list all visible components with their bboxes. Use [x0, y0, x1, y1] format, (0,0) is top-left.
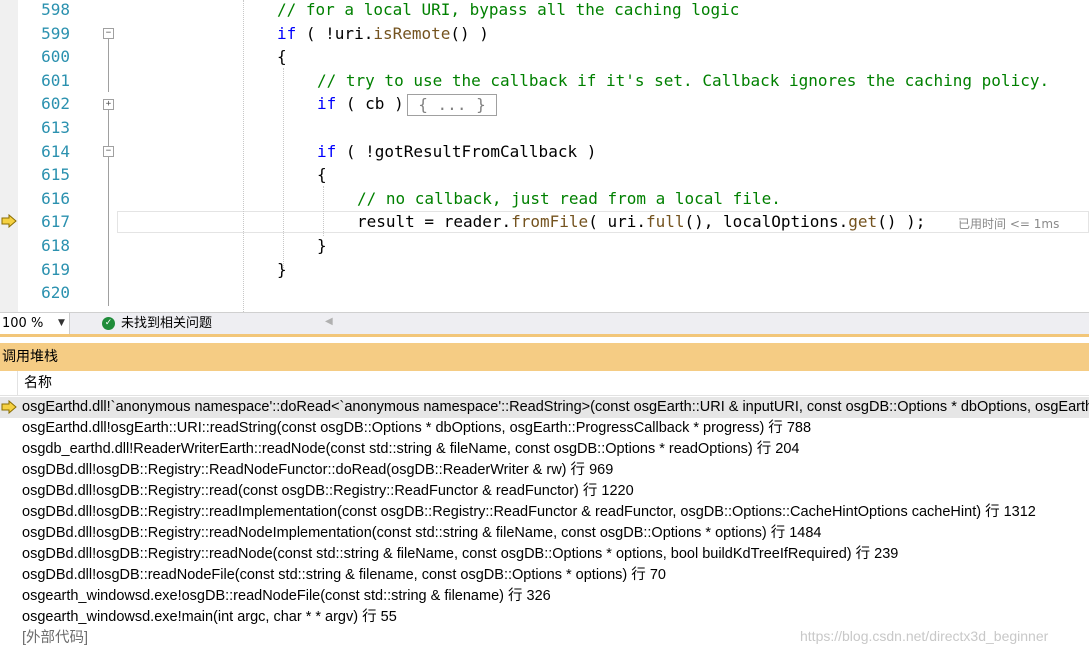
- stack-frame-label: [外部代码]: [22, 630, 89, 646]
- code-line[interactable]: // for a local URI, bypass all the cachi…: [277, 0, 739, 20]
- stack-frame-row[interactable]: osgDBd.dll!osgDB::Registry::ReadNodeFunc…: [0, 460, 1089, 481]
- breakpoint-margin[interactable]: [0, 0, 18, 312]
- fold-line: [108, 38, 109, 92]
- stack-frame-label: osgEarthd.dll!osgEarth::URI::readString(…: [22, 420, 812, 436]
- code-editor[interactable]: 598 // for a local URI, bypass all the ca…: [0, 0, 1089, 312]
- code-line[interactable]: // no callback, just read from a local f…: [357, 189, 781, 209]
- line-number: 617: [41, 212, 70, 232]
- line-number: 598: [41, 0, 70, 19]
- stack-frame-row[interactable]: osgDBd.dll!osgDB::Registry::read(const o…: [0, 481, 1089, 502]
- stack-frame-label: osgearth_windowsd.exe!main(int argc, cha…: [22, 609, 397, 625]
- line-number: 613: [41, 118, 70, 137]
- current-frame-arrow-icon: [1, 400, 17, 414]
- stack-frame-label: osgDBd.dll!osgDB::Registry::readNodeImpl…: [22, 525, 822, 541]
- stack-frame-row[interactable]: osgearth_windowsd.exe!osgDB::readNodeFil…: [0, 586, 1089, 607]
- stack-frame-label: osgDBd.dll!osgDB::Registry::readImplemen…: [22, 504, 1036, 520]
- stack-frame-label: osgDBd.dll!osgDB::Registry::read(const o…: [22, 483, 634, 499]
- stack-frame-row[interactable]: osgDBd.dll!osgDB::Registry::readNodeImpl…: [0, 523, 1089, 544]
- call-stack-title[interactable]: 调用堆栈: [0, 343, 1089, 371]
- column-name-header[interactable]: 名称: [24, 371, 52, 395]
- line-number: 602: [41, 94, 70, 114]
- stack-frame-label: osgDBd.dll!osgDB::readNodeFile(const std…: [22, 567, 666, 583]
- indent-guide: [243, 0, 244, 312]
- line-number: 599: [41, 23, 70, 43]
- stack-frame-row[interactable]: osgEarthd.dll!osgEarth::URI::readString(…: [0, 418, 1089, 439]
- collapse-toggle-icon[interactable]: −: [103, 28, 114, 39]
- panel-divider: [0, 334, 1089, 337]
- line-number: 615: [41, 165, 70, 185]
- line-number: 619: [41, 259, 70, 279]
- stack-frame-label: osgDBd.dll!osgDB::Registry::ReadNodeFunc…: [22, 462, 614, 478]
- issues-status[interactable]: 未找到相关问题: [121, 313, 212, 334]
- collapse-toggle-icon[interactable]: −: [103, 146, 114, 157]
- line-number: 601: [41, 70, 70, 90]
- code-line[interactable]: if ( !gotResultFromCallback ): [317, 142, 596, 162]
- stack-frame-label: osgDBd.dll!osgDB::Registry::readNode(con…: [22, 546, 899, 562]
- indent-guide: [283, 68, 284, 268]
- code-line[interactable]: }: [277, 260, 287, 280]
- code-line[interactable]: }: [317, 236, 327, 256]
- line-number: 614: [41, 141, 70, 161]
- stack-frame-label: osgdb_earthd.dll!ReaderWriterEarth::read…: [22, 441, 800, 457]
- indent-guide: [323, 186, 324, 236]
- code-line[interactable]: {: [317, 165, 327, 185]
- column-header: 名称: [0, 371, 1089, 396]
- code-line[interactable]: if ( !uri.isRemote() ): [277, 24, 489, 44]
- column-separator: [17, 371, 18, 395]
- code-line[interactable]: result = reader.fromFile( uri.full(), lo…: [357, 212, 925, 232]
- stack-frame-row[interactable]: osgDBd.dll!osgDB::readNodeFile(const std…: [0, 565, 1089, 586]
- stack-frame-row[interactable]: osgearth_windowsd.exe!main(int argc, cha…: [0, 607, 1089, 628]
- fold-line: [108, 156, 109, 306]
- line-number: 620: [41, 283, 70, 303]
- stack-frame-label: osgearth_windowsd.exe!osgDB::readNodeFil…: [22, 588, 551, 604]
- stack-frame-row[interactable]: osgEarthd.dll!`anonymous namespace'::doR…: [0, 397, 1089, 418]
- scroll-left-icon[interactable]: ◀: [325, 316, 333, 327]
- current-statement-arrow-icon: [1, 214, 17, 228]
- line-number: 618: [41, 236, 70, 255]
- line-number: 616: [41, 188, 70, 208]
- elapsed-time-hint: 已用时间 <= 1ms: [958, 217, 1060, 231]
- check-circle-icon: ✓: [102, 317, 115, 330]
- stack-frame-row[interactable]: osgDBd.dll!osgDB::Registry::readImplemen…: [0, 502, 1089, 523]
- collapsed-block[interactable]: { ... }: [407, 94, 497, 116]
- line-number: 600: [41, 47, 70, 67]
- stack-frame-row[interactable]: osgDBd.dll!osgDB::Registry::readNode(con…: [0, 544, 1089, 565]
- expand-toggle-icon[interactable]: +: [103, 99, 114, 110]
- watermark: https://blog.csdn.net/directx3d_beginner: [800, 628, 1049, 644]
- stack-frame-label: osgEarthd.dll!`anonymous namespace'::doR…: [22, 399, 1089, 415]
- fold-line: [108, 110, 109, 146]
- zoom-value: 100 %: [2, 316, 44, 331]
- code-line[interactable]: {: [277, 47, 287, 67]
- editor-status-bar: 100 % ▼ ✓ 未找到相关问题 ◀: [0, 312, 1089, 334]
- code-line[interactable]: // try to use the callback if it's set. …: [317, 71, 1049, 91]
- stack-frame-row[interactable]: osgdb_earthd.dll!ReaderWriterEarth::read…: [0, 439, 1089, 460]
- code-line[interactable]: if ( cb ): [317, 94, 404, 114]
- chevron-down-icon[interactable]: ▼: [58, 313, 65, 334]
- zoom-select[interactable]: 100 % ▼: [0, 313, 70, 334]
